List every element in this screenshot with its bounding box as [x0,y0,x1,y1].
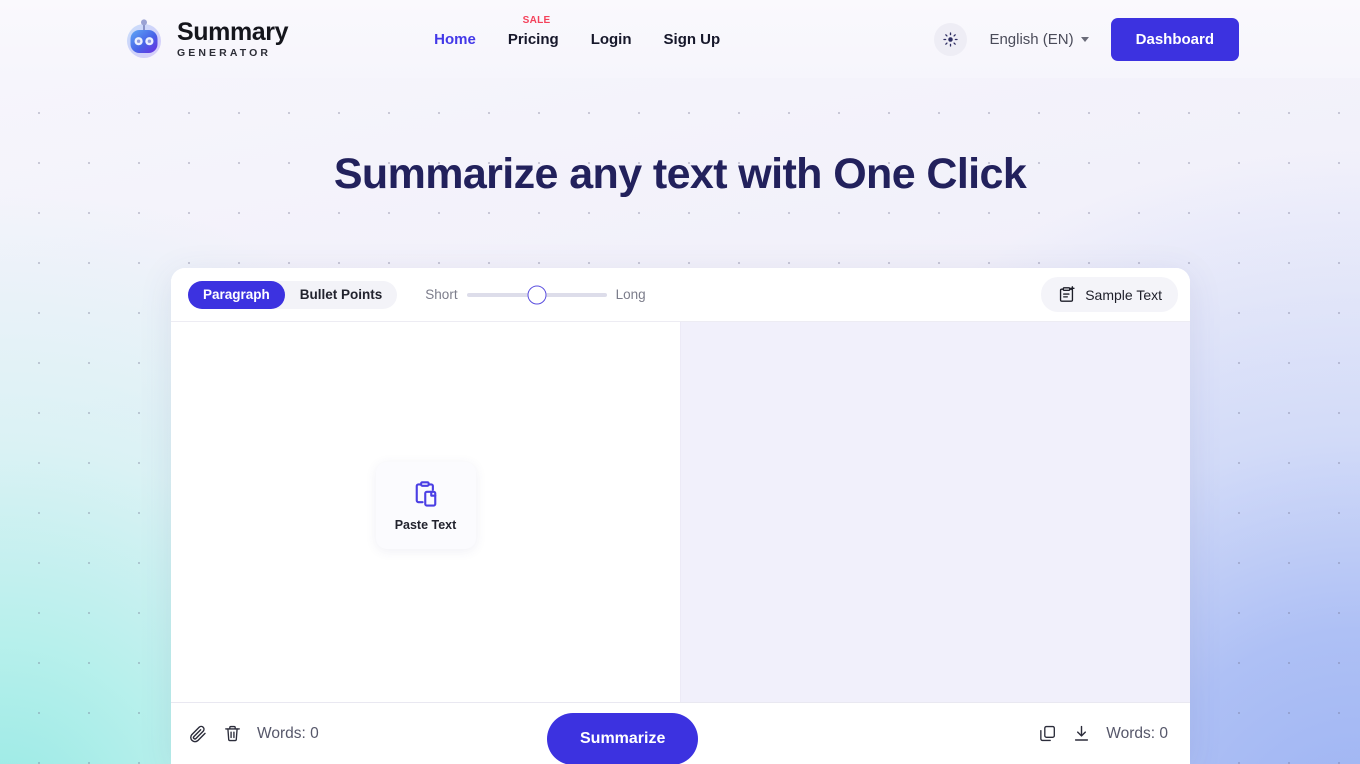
nav-link-signup[interactable]: Sign Up [664,31,721,48]
dashboard-button[interactable]: Dashboard [1110,17,1239,61]
card-footer-bar: Words: 0 Summarize Words: 0 [171,702,1190,764]
output-mode-switch: Paragraph Bullet Points [188,280,398,309]
sale-badge: SALE [522,14,551,26]
theme-toggle-button[interactable] [934,22,968,56]
summary-length-control: Short Long [425,285,646,304]
summarize-button[interactable]: Summarize [547,713,699,764]
clear-text-button[interactable] [223,724,242,743]
length-min-label: Short [425,287,458,302]
download-icon [1075,725,1089,741]
input-word-count: Words: 0 [257,724,319,742]
nav-link-login[interactable]: Login [591,31,632,48]
card-toolbar: Paragraph Bullet Points Short Long Sampl… [171,268,1190,322]
summary-length-slider[interactable] [466,285,607,304]
chevron-down-icon [1080,36,1089,42]
attach-file-button[interactable] [188,724,208,744]
page-title: Summarize any text with One Click [333,150,1027,198]
nav-link-pricing-label: Pricing [507,30,559,48]
output-word-count: Words: 0 [1106,724,1168,742]
hero-section: Summarize any text with One Click [0,78,1360,199]
robot-icon [127,19,161,58]
language-selector[interactable]: English (EN) [989,30,1089,48]
input-pane[interactable]: Paste Text [171,322,681,702]
clipboard-paste-icon [415,480,436,507]
summarizer-card: Paragraph Bullet Points Short Long Sampl… [171,268,1190,764]
length-max-label: Long [615,287,646,302]
mode-bullet-points-button[interactable]: Bullet Points [285,281,398,309]
clipboard-plus-icon [1060,286,1075,302]
nav-links: Home SALE Pricing Login Sign Up [434,15,721,48]
mode-paragraph-button[interactable]: Paragraph [188,280,285,309]
summary-length-slider-thumb[interactable] [527,285,547,304]
sample-text-button[interactable]: Sample Text [1041,277,1178,312]
trash-icon [225,725,240,742]
brand-subtitle: GENERATOR [177,46,272,59]
language-selector-value: English (EN) [989,30,1074,48]
output-pane[interactable] [681,322,1190,702]
paste-text-label: Paste Text [394,517,457,532]
paperclip-icon [190,725,206,742]
editor-panes: Paste Text [171,322,1190,702]
brand-title: Summary [177,17,289,46]
paste-text-button[interactable]: Paste Text [375,461,476,549]
copy-icon [1040,725,1056,742]
nav-right-actions: English (EN) Dashboard [934,17,1239,61]
footer-left-actions: Words: 0 [188,724,319,744]
copy-output-button[interactable] [1038,724,1057,743]
top-navigation-bar: Summary GENERATOR Home SALE Pricing Logi… [0,0,1360,78]
nav-link-home[interactable]: Home [434,31,476,48]
footer-right-actions: Words: 0 [1038,724,1168,743]
sample-text-label: Sample Text [1085,286,1162,303]
download-output-button[interactable] [1072,724,1091,743]
sun-icon [943,31,959,47]
brand-logo[interactable]: Summary GENERATOR [122,17,289,61]
nav-link-pricing[interactable]: SALE Pricing [507,15,559,48]
